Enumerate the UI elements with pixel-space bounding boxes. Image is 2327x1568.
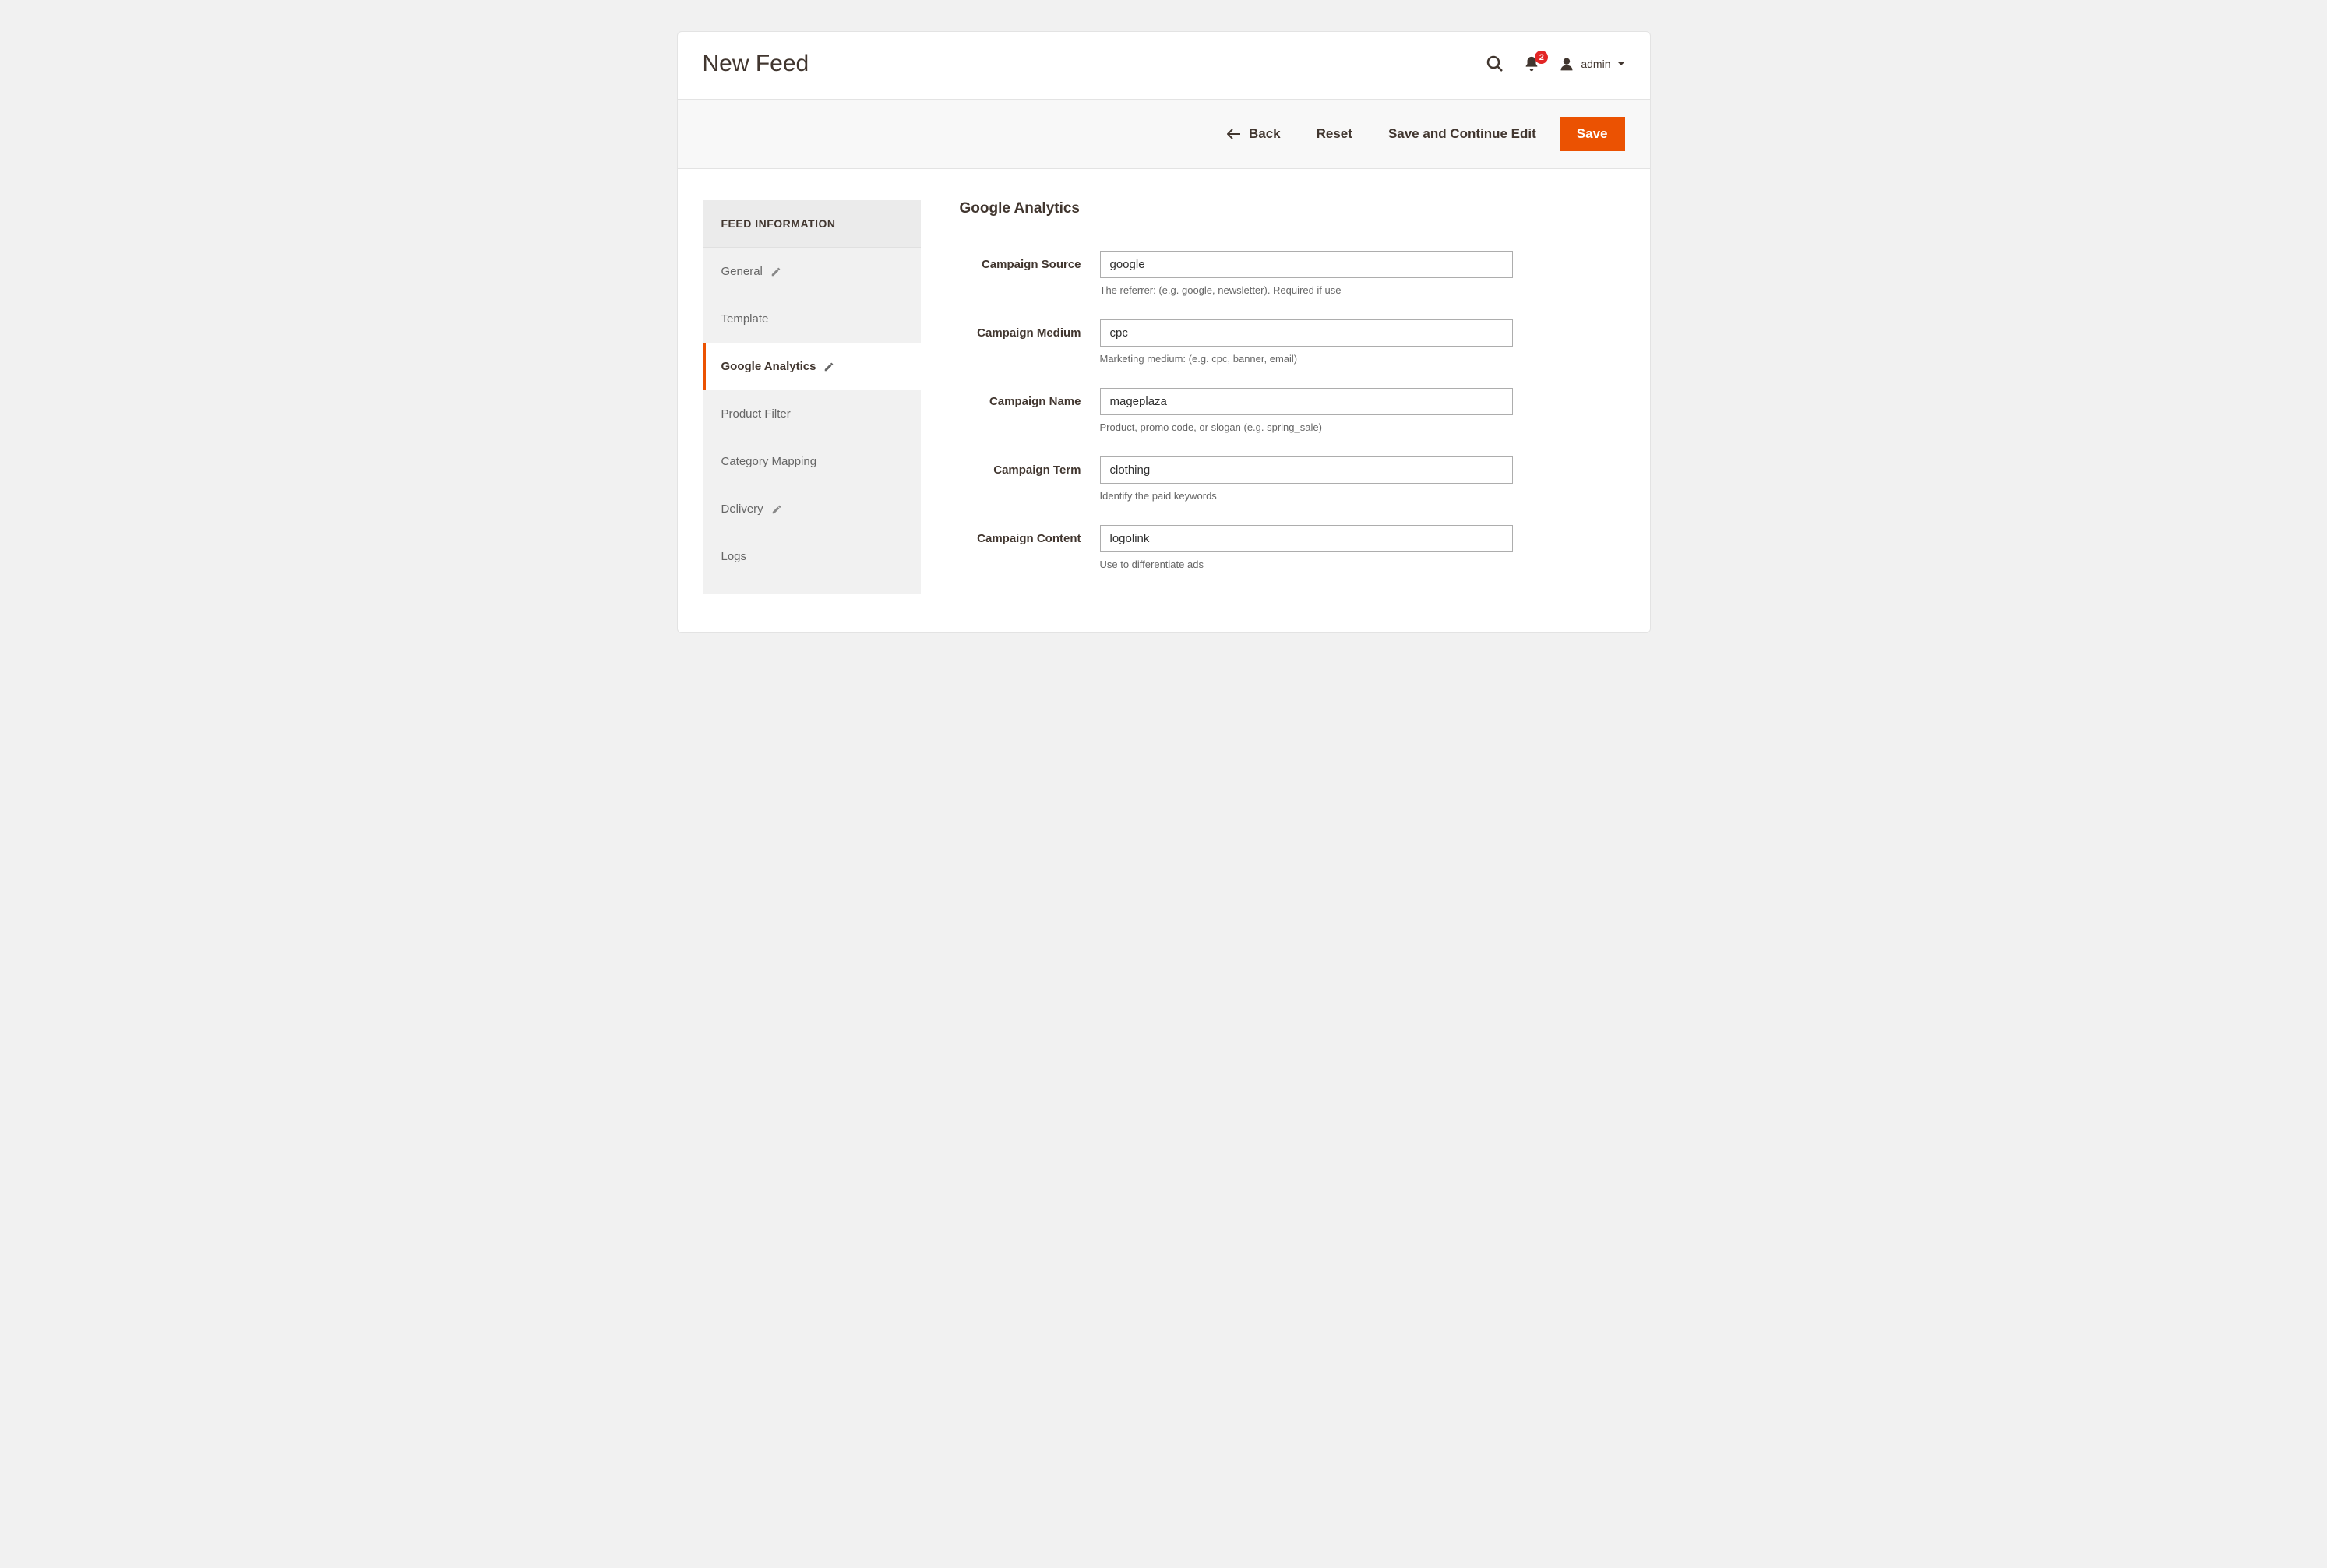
main-panel: New Feed 2 admin Back Reset Save and Con…: [677, 31, 1651, 633]
field-campaign-name: Campaign Name Product, promo code, or sl…: [960, 388, 1625, 433]
notifications-button[interactable]: 2: [1523, 55, 1540, 72]
field-hint: Identify the paid keywords: [1100, 490, 1513, 502]
field-campaign-term: Campaign Term Identify the paid keywords: [960, 456, 1625, 502]
sidebar-item-label: Category Mapping: [721, 455, 817, 468]
sidebar-item-product-filter[interactable]: Product Filter: [703, 390, 921, 438]
toolbar: Back Reset Save and Continue Edit Save: [678, 99, 1650, 169]
campaign-name-input[interactable]: [1100, 388, 1513, 415]
header: New Feed 2 admin: [678, 32, 1650, 99]
sidebar-item-category-mapping[interactable]: Category Mapping: [703, 438, 921, 485]
header-actions: 2 admin: [1486, 55, 1624, 73]
arrow-left-icon: [1227, 129, 1241, 139]
sidebar-item-general[interactable]: General: [703, 248, 921, 295]
sidebar-item-google-analytics[interactable]: Google Analytics: [703, 343, 921, 390]
chevron-down-icon: [1617, 60, 1625, 68]
content: FEED INFORMATION General Template Google…: [678, 169, 1650, 632]
user-menu[interactable]: admin: [1559, 56, 1624, 72]
sidebar-item-label: Delivery: [721, 502, 763, 516]
field-label: Campaign Source: [960, 251, 1100, 296]
campaign-content-input[interactable]: [1100, 525, 1513, 552]
campaign-medium-input[interactable]: [1100, 319, 1513, 347]
field-campaign-source: Campaign Source The referrer: (e.g. goog…: [960, 251, 1625, 296]
sidebar-item-label: Template: [721, 312, 769, 326]
field-hint: The referrer: (e.g. google, newsletter).…: [1100, 284, 1513, 296]
field-label: Campaign Name: [960, 388, 1100, 433]
section-title: Google Analytics: [960, 200, 1625, 227]
page-title: New Feed: [703, 51, 809, 77]
search-button[interactable]: [1486, 55, 1504, 73]
notification-badge: 2: [1535, 51, 1548, 64]
sidebar-item-label: General: [721, 265, 763, 278]
field-label: Campaign Term: [960, 456, 1100, 502]
campaign-term-input[interactable]: [1100, 456, 1513, 484]
save-continue-button[interactable]: Save and Continue Edit: [1376, 117, 1549, 151]
field-hint: Use to differentiate ads: [1100, 558, 1513, 570]
sidebar-item-label: Logs: [721, 550, 747, 563]
save-button[interactable]: Save: [1560, 117, 1625, 151]
field-hint: Marketing medium: (e.g. cpc, banner, ema…: [1100, 353, 1513, 365]
user-icon: [1559, 56, 1574, 72]
field-campaign-content: Campaign Content Use to differentiate ad…: [960, 525, 1625, 570]
campaign-source-input[interactable]: [1100, 251, 1513, 278]
sidebar-header: FEED INFORMATION: [703, 200, 921, 248]
sidebar-item-template[interactable]: Template: [703, 295, 921, 343]
field-label: Campaign Medium: [960, 319, 1100, 365]
sidebar: FEED INFORMATION General Template Google…: [703, 200, 921, 594]
sidebar-item-logs[interactable]: Logs: [703, 533, 921, 580]
back-label: Back: [1249, 126, 1281, 142]
pencil-icon: [823, 361, 834, 372]
sidebar-item-delivery[interactable]: Delivery: [703, 485, 921, 533]
pencil-icon: [770, 266, 781, 277]
back-button[interactable]: Back: [1215, 117, 1293, 151]
pencil-icon: [771, 504, 782, 515]
sidebar-item-label: Google Analytics: [721, 360, 816, 373]
field-hint: Product, promo code, or slogan (e.g. spr…: [1100, 421, 1513, 433]
sidebar-item-label: Product Filter: [721, 407, 791, 421]
user-name: admin: [1581, 58, 1610, 70]
field-label: Campaign Content: [960, 525, 1100, 570]
main-form: Google Analytics Campaign Source The ref…: [960, 200, 1625, 594]
field-campaign-medium: Campaign Medium Marketing medium: (e.g. …: [960, 319, 1625, 365]
reset-button[interactable]: Reset: [1304, 117, 1365, 151]
search-icon: [1486, 55, 1504, 73]
